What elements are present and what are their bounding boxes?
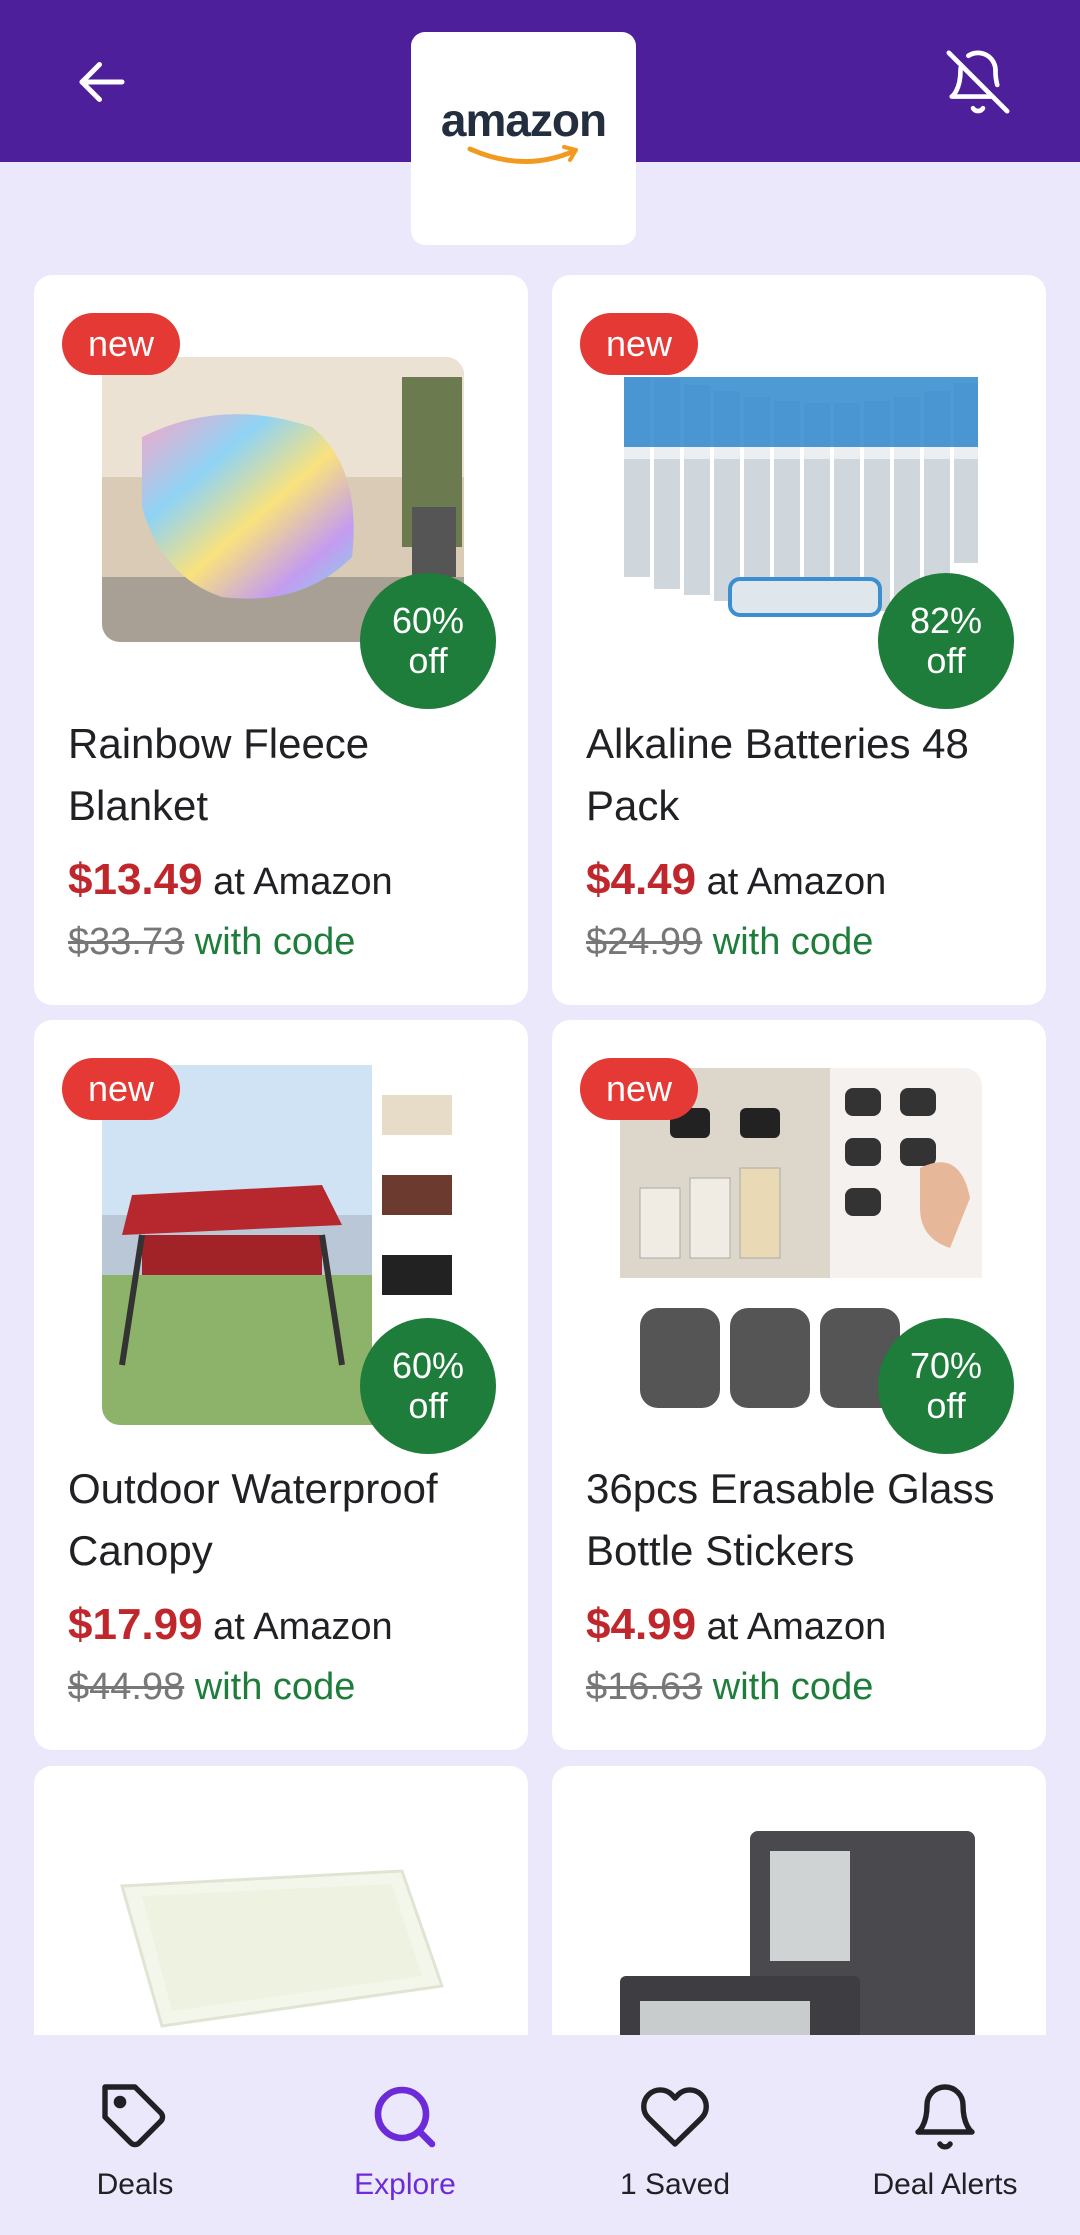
sale-price: $13.49 bbox=[68, 855, 203, 904]
product-image bbox=[102, 1826, 464, 2066]
store-logo: amazon bbox=[411, 32, 636, 245]
price-line: $4.49 at Amazon bbox=[586, 855, 886, 905]
store-text: at Amazon bbox=[706, 861, 887, 903]
bell-off-icon bbox=[946, 50, 1010, 114]
original-price: $33.73 bbox=[68, 921, 185, 963]
bottom-navigation: Deals Explore 1 Saved Deal Alerts bbox=[0, 2035, 1080, 2235]
store-text: at Amazon bbox=[706, 1606, 887, 1648]
original-price-line: $24.99 with code bbox=[586, 921, 873, 964]
deal-card[interactable] bbox=[552, 1766, 1046, 2066]
price-line: $4.99 at Amazon bbox=[586, 1600, 886, 1650]
heart-icon bbox=[639, 2078, 711, 2156]
amazon-smile-icon bbox=[467, 144, 578, 164]
sale-price: $4.49 bbox=[586, 855, 697, 904]
discount-percent: 70% bbox=[909, 1345, 983, 1386]
back-button[interactable] bbox=[66, 46, 138, 118]
deal-card[interactable]: new 60% off Rainbow Fleece Blanket $13.4… bbox=[34, 275, 528, 1005]
sale-price: $17.99 bbox=[68, 1600, 203, 1649]
original-price: $24.99 bbox=[586, 921, 703, 963]
discount-percent: 60% bbox=[391, 600, 465, 641]
code-text: with code bbox=[194, 921, 356, 963]
price-line: $13.49 at Amazon bbox=[68, 855, 393, 905]
new-badge: new bbox=[62, 313, 180, 375]
code-text: with code bbox=[194, 1666, 356, 1708]
store-logo-wordmark: amazon bbox=[440, 93, 607, 146]
nav-saved-label: 1 Saved bbox=[619, 2168, 731, 2201]
new-badge: new bbox=[580, 313, 698, 375]
product-title: Alkaline Batteries 48 Pack bbox=[586, 720, 969, 829]
original-price-line: $44.98 with code bbox=[68, 1666, 355, 1709]
discount-percent: 82% bbox=[909, 600, 983, 641]
nav-deal-alerts-label: Deal Alerts bbox=[872, 2168, 1018, 2201]
product-title: 36pcs Erasable Glass Bottle Stickers bbox=[586, 1465, 995, 1574]
deal-card[interactable]: new 82% off Alkaline Batteries 48 Pack $… bbox=[552, 275, 1046, 1005]
product-image bbox=[620, 1826, 982, 2066]
new-badge: new bbox=[580, 1058, 698, 1120]
tag-icon bbox=[99, 2078, 171, 2156]
price-line: $17.99 at Amazon bbox=[68, 1600, 393, 1650]
nav-deal-alerts[interactable]: Deal Alerts bbox=[810, 2035, 1080, 2235]
product-title: Rainbow Fleece Blanket bbox=[68, 720, 370, 829]
code-text: with code bbox=[712, 921, 874, 963]
mute-alerts-button[interactable] bbox=[940, 44, 1016, 120]
store-text: at Amazon bbox=[213, 861, 393, 903]
discount-percent: 60% bbox=[391, 1345, 465, 1386]
discount-badge: 70% off bbox=[878, 1318, 1014, 1454]
discount-badge: 82% off bbox=[878, 573, 1014, 709]
store-text: at Amazon bbox=[213, 1606, 393, 1648]
deal-card[interactable]: new 60% off Outdoor Waterproof Canopy $1… bbox=[34, 1020, 528, 1750]
original-price-line: $16.63 with code bbox=[586, 1666, 873, 1709]
original-price-line: $33.73 with code bbox=[68, 921, 355, 964]
discount-suffix: off bbox=[408, 640, 448, 681]
new-badge: new bbox=[62, 1058, 180, 1120]
discount-suffix: off bbox=[926, 1385, 966, 1426]
nav-explore[interactable]: Explore bbox=[270, 2035, 540, 2235]
original-price: $16.63 bbox=[586, 1666, 703, 1708]
nav-deals[interactable]: Deals bbox=[0, 2035, 270, 2235]
product-title: Outdoor Waterproof Canopy bbox=[68, 1465, 438, 1574]
discount-suffix: off bbox=[926, 640, 966, 681]
nav-explore-label: Explore bbox=[354, 2168, 456, 2201]
code-text: with code bbox=[712, 1666, 874, 1708]
original-price: $44.98 bbox=[68, 1666, 185, 1708]
discount-suffix: off bbox=[408, 1385, 448, 1426]
arrow-left-icon bbox=[79, 62, 125, 102]
nav-saved[interactable]: 1 Saved bbox=[540, 2035, 810, 2235]
sale-price: $4.99 bbox=[586, 1600, 697, 1649]
search-icon bbox=[369, 2078, 441, 2156]
deal-card[interactable]: new 70% off 36pcs Erasable Glass Bottle … bbox=[552, 1020, 1046, 1750]
bell-icon bbox=[909, 2078, 981, 2156]
nav-deals-label: Deals bbox=[96, 2168, 174, 2201]
discount-badge: 60% off bbox=[360, 1318, 496, 1454]
discount-badge: 60% off bbox=[360, 573, 496, 709]
deal-card[interactable] bbox=[34, 1766, 528, 2066]
